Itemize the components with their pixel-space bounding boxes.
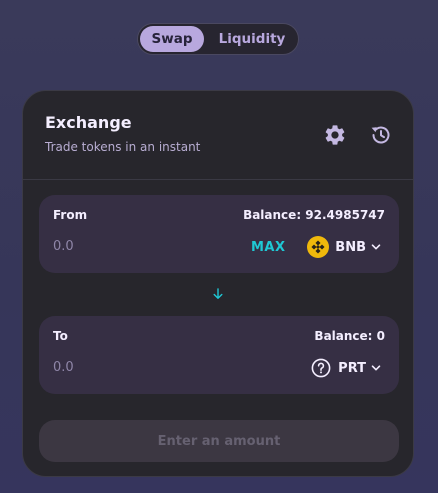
history-button[interactable]	[369, 123, 393, 147]
chevron-down-icon	[371, 365, 381, 371]
tab-liquidity[interactable]: Liquidity	[208, 26, 296, 52]
from-balance: Balance: 92.4985747	[243, 208, 385, 222]
gear-icon	[325, 125, 345, 145]
bnb-icon	[307, 236, 330, 258]
max-button[interactable]: MAX	[251, 240, 286, 255]
from-token-selector[interactable]: BNB	[307, 235, 381, 259]
exchange-card: Exchange Trade tokens in an instant From…	[22, 90, 414, 477]
chevron-down-icon	[371, 244, 381, 250]
header-divider	[23, 179, 413, 180]
tab-swap[interactable]: Swap	[140, 26, 204, 52]
card-subtitle: Trade tokens in an instant	[45, 140, 201, 154]
to-token-label: PRT	[338, 360, 366, 376]
to-panel: To Balance: 0 PRT	[39, 316, 399, 394]
to-amount-input[interactable]	[53, 360, 203, 375]
question-circle-icon	[311, 358, 331, 378]
from-token-label: BNB	[335, 239, 366, 255]
from-label: From	[53, 208, 88, 222]
history-icon	[371, 126, 390, 144]
to-label: To	[53, 329, 68, 343]
card-title: Exchange	[45, 113, 132, 132]
swap-liquidity-toggle: Swap Liquidity	[137, 23, 299, 55]
from-panel: From Balance: 92.4985747 MAX BNB	[39, 195, 399, 273]
enter-amount-button[interactable]: Enter an amount	[39, 420, 399, 462]
settings-button[interactable]	[323, 123, 347, 147]
to-balance: Balance: 0	[314, 329, 385, 343]
from-amount-input[interactable]	[53, 239, 203, 254]
to-token-selector[interactable]: PRT	[310, 356, 381, 380]
arrow-down-icon[interactable]	[211, 287, 225, 301]
